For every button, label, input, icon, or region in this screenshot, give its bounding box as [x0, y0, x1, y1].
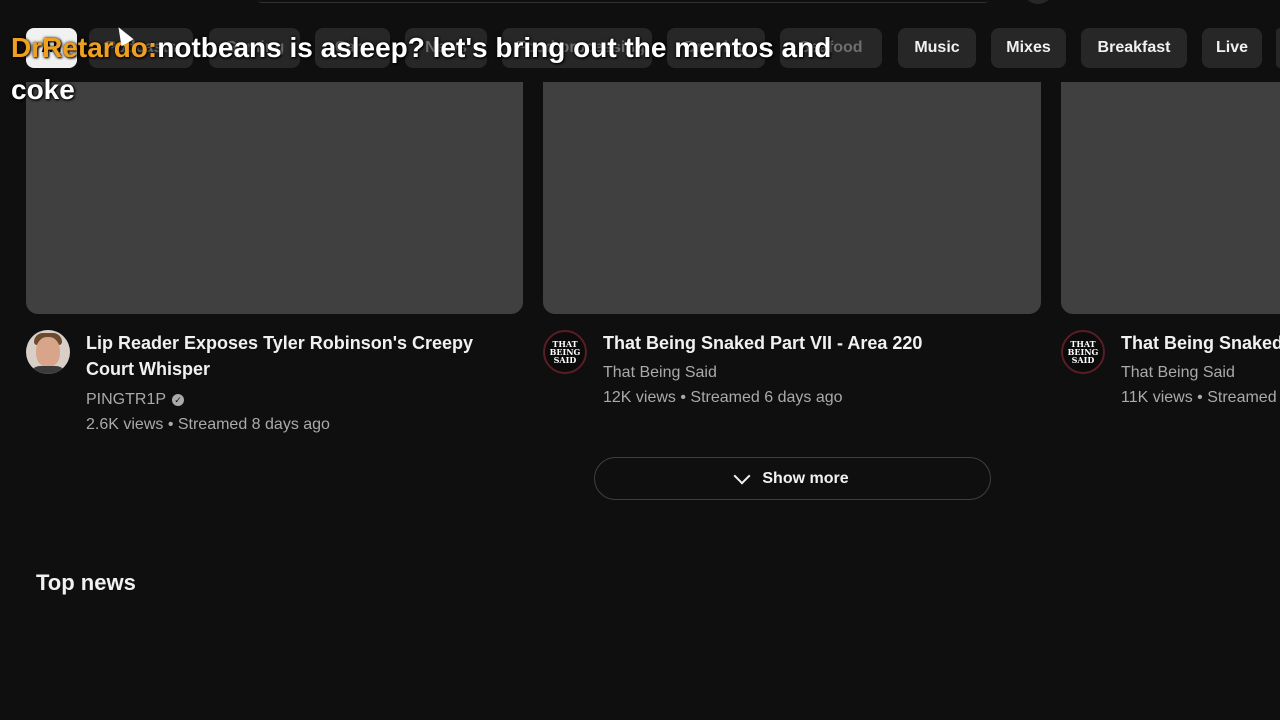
chip-mixes[interactable]: Mixes — [991, 28, 1066, 68]
show-more-button[interactable]: Show more — [594, 457, 991, 500]
search-bar-edge[interactable] — [258, 0, 988, 3]
chat-username: DrRetardo: — [11, 32, 158, 63]
verified-check-icon: ✓ — [172, 393, 185, 406]
account-avatar-edge[interactable] — [1022, 0, 1054, 4]
video-thumbnail[interactable] — [26, 82, 523, 314]
youtube-home-page: All Podcasts Gaming Cars News Food proce… — [0, 0, 1280, 720]
channel-avatar[interactable]: THAT BEING SAID — [1061, 330, 1105, 374]
chip-music[interactable]: Music — [898, 28, 976, 68]
video-title[interactable]: That Being Snaked — [1121, 330, 1280, 356]
video-stats: 12K views • Streamed 6 days ago — [603, 389, 843, 406]
that-being-said-logo-icon: THAT BEING SAID — [1067, 339, 1099, 365]
channel-name[interactable]: That Being Said — [1121, 364, 1280, 382]
channel-avatar[interactable] — [26, 330, 70, 374]
chevron-down-icon — [733, 467, 751, 484]
that-being-said-logo-icon: THAT BEING SAID — [549, 339, 581, 365]
chip-next-edge[interactable] — [1276, 28, 1280, 68]
show-more-label: Show more — [762, 469, 849, 487]
video-stats: 11K views • Streamed — [1121, 389, 1277, 406]
chat-overlay: DrRetardo:notbeans is asleep? let's brin… — [11, 27, 881, 111]
channel-name[interactable]: That Being Said — [603, 364, 717, 382]
video-title[interactable]: Lip Reader Exposes Tyler Robinson's Cree… — [86, 330, 506, 382]
channel-name[interactable]: PINGTR1P ✓ — [86, 391, 185, 409]
channel-avatar[interactable]: THAT BEING SAID — [543, 330, 587, 374]
channel-name-text[interactable]: PINGTR1P — [86, 391, 166, 408]
chip-live[interactable]: Live — [1202, 28, 1262, 68]
chip-breakfast[interactable]: Breakfast — [1081, 28, 1187, 68]
video-thumbnail[interactable] — [543, 82, 1041, 314]
video-stats: 2.6K views • Streamed 8 days ago — [86, 416, 330, 433]
video-title[interactable]: That Being Snaked Part VII - Area 220 — [603, 330, 1033, 356]
top-news-heading: Top news — [36, 570, 136, 595]
video-thumbnail[interactable] — [1061, 82, 1280, 314]
